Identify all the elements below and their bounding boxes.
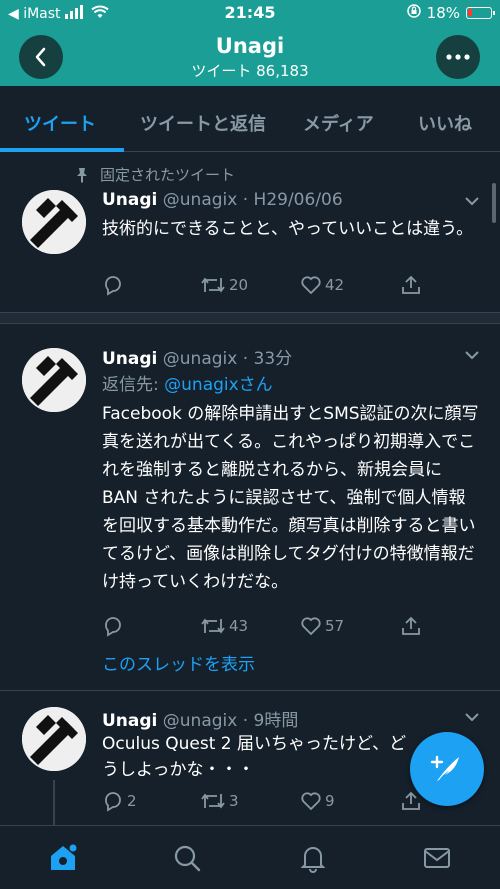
author-handle: @unagix bbox=[162, 711, 238, 731]
tweet-separator bbox=[0, 312, 500, 324]
like-button[interactable]: 57 bbox=[300, 615, 344, 637]
pin-icon bbox=[77, 167, 87, 183]
tweet-text: Oculus Quest 2 届いちゃったけど、どうしよっかな・・・ bbox=[102, 734, 407, 780]
tab-media[interactable]: メディア bbox=[303, 110, 374, 136]
battery-icon bbox=[466, 7, 495, 19]
profile-name: Unagi bbox=[215, 34, 285, 58]
chevron-down-icon[interactable] bbox=[462, 348, 482, 362]
search-icon bbox=[174, 845, 201, 872]
reply-button[interactable] bbox=[102, 274, 124, 296]
like-count: 9 bbox=[325, 792, 335, 810]
retweet-button[interactable]: 43 bbox=[200, 615, 248, 637]
tweet-time: · H29/06/06 bbox=[242, 190, 343, 210]
tweet-time: · 33分 bbox=[242, 349, 293, 369]
retweet-button[interactable]: 20 bbox=[200, 274, 248, 296]
reply-count: 2 bbox=[127, 792, 137, 810]
mail-icon bbox=[424, 848, 450, 868]
reply-to-prefix: 返信先: bbox=[102, 375, 165, 395]
tweet-time: · 9時間 bbox=[242, 711, 299, 731]
heart-icon bbox=[301, 276, 321, 295]
show-thread-link[interactable]: このスレッドを表示 bbox=[102, 650, 255, 675]
bottom-nav bbox=[0, 825, 500, 889]
tab-tweets[interactable]: ツイート bbox=[24, 110, 96, 136]
retweet-count: 43 bbox=[229, 617, 249, 635]
tweet-actions: 43 57 bbox=[102, 615, 432, 639]
reply-to-line: 返信先: @unagixさん bbox=[102, 370, 273, 395]
tweet-header: Unagi @unagix · 33分 bbox=[102, 344, 292, 369]
chevron-down-icon[interactable] bbox=[462, 194, 482, 208]
avatar[interactable] bbox=[22, 707, 86, 771]
author-handle: @unagix bbox=[162, 349, 238, 369]
battery-percent: 18% bbox=[426, 4, 460, 22]
bell-icon bbox=[300, 847, 326, 873]
tab-likes[interactable]: いいね bbox=[418, 110, 472, 136]
retweet-icon bbox=[201, 618, 225, 634]
share-button[interactable] bbox=[400, 274, 422, 296]
avatar[interactable] bbox=[22, 190, 86, 254]
avatar[interactable] bbox=[22, 348, 86, 412]
scrollbar[interactable] bbox=[492, 183, 496, 223]
tweet-count: ツイート 86,183 bbox=[191, 62, 309, 80]
author-name[interactable]: Unagi bbox=[102, 190, 157, 210]
home-icon bbox=[51, 844, 77, 870]
more-button[interactable] bbox=[436, 35, 480, 79]
share-icon bbox=[402, 616, 420, 635]
nav-notifications[interactable] bbox=[296, 841, 330, 875]
pinned-label: 固定されたツイート bbox=[100, 166, 236, 184]
author-name[interactable]: Unagi bbox=[102, 349, 157, 369]
retweet-icon bbox=[201, 277, 225, 293]
share-button[interactable] bbox=[400, 615, 422, 637]
retweet-count: 20 bbox=[229, 276, 249, 294]
share-icon bbox=[402, 275, 420, 294]
author-handle: @unagix bbox=[162, 190, 238, 210]
heart-icon bbox=[301, 792, 321, 811]
chevron-down-icon[interactable] bbox=[462, 710, 482, 724]
tweet-actions: 2 3 9 bbox=[102, 790, 432, 814]
profile-tabs: ツイート ツイートと返信 メディア いいね bbox=[0, 86, 500, 152]
tweet-header: Unagi @unagix · H29/06/06 bbox=[102, 190, 343, 210]
like-count: 42 bbox=[325, 276, 345, 294]
feather-plus-icon bbox=[430, 755, 459, 781]
nav-messages[interactable] bbox=[420, 841, 454, 875]
more-icon bbox=[446, 54, 470, 60]
reply-icon bbox=[105, 792, 121, 812]
reply-button[interactable]: 2 bbox=[102, 790, 137, 812]
like-button[interactable]: 9 bbox=[300, 790, 335, 812]
like-count: 57 bbox=[325, 617, 345, 635]
profile-header: ◀ iMast 21:45 18% Unagi ツイート 86,183 bbox=[0, 0, 500, 86]
status-bar: ◀ iMast 21:45 18% bbox=[0, 0, 500, 28]
tweet-text: Facebook の解除申請出すとSMS認証の次に顔写真を送れが出てくる。これや… bbox=[102, 404, 479, 592]
nav-search[interactable] bbox=[170, 841, 204, 875]
orientation-lock-icon bbox=[406, 4, 421, 22]
reply-icon bbox=[105, 617, 121, 637]
thread-connector bbox=[53, 780, 55, 825]
tab-tweets-and-replies[interactable]: ツイートと返信 bbox=[140, 110, 266, 136]
tweet-header: Unagi @unagix · 9時間 bbox=[102, 706, 298, 731]
tweet-pinned[interactable]: 固定されたツイート Unagi @unagix · H29/06/06 技術的に… bbox=[0, 152, 500, 312]
reply-button[interactable] bbox=[102, 615, 124, 637]
pinned-label-row: 固定されたツイート bbox=[74, 164, 235, 185]
retweet-icon bbox=[201, 793, 225, 809]
retweet-count: 3 bbox=[229, 792, 239, 810]
retweet-button[interactable]: 3 bbox=[200, 790, 239, 812]
status-right: 18% bbox=[406, 4, 495, 22]
like-button[interactable]: 42 bbox=[300, 274, 344, 296]
reply-to-mention[interactable]: @unagixさん bbox=[164, 375, 273, 395]
nav-home[interactable] bbox=[46, 841, 80, 875]
tweet-reply[interactable]: Unagi @unagix · 33分 返信先: @unagixさん Faceb… bbox=[0, 324, 500, 688]
heart-icon bbox=[301, 617, 321, 636]
compose-tweet-button[interactable] bbox=[410, 732, 484, 806]
author-name[interactable]: Unagi bbox=[102, 711, 157, 731]
reply-icon bbox=[105, 276, 121, 296]
tweet-actions: 20 42 bbox=[102, 274, 432, 298]
tweet-text: 技術的にできることと、やっていいことは違う。 bbox=[102, 219, 474, 239]
